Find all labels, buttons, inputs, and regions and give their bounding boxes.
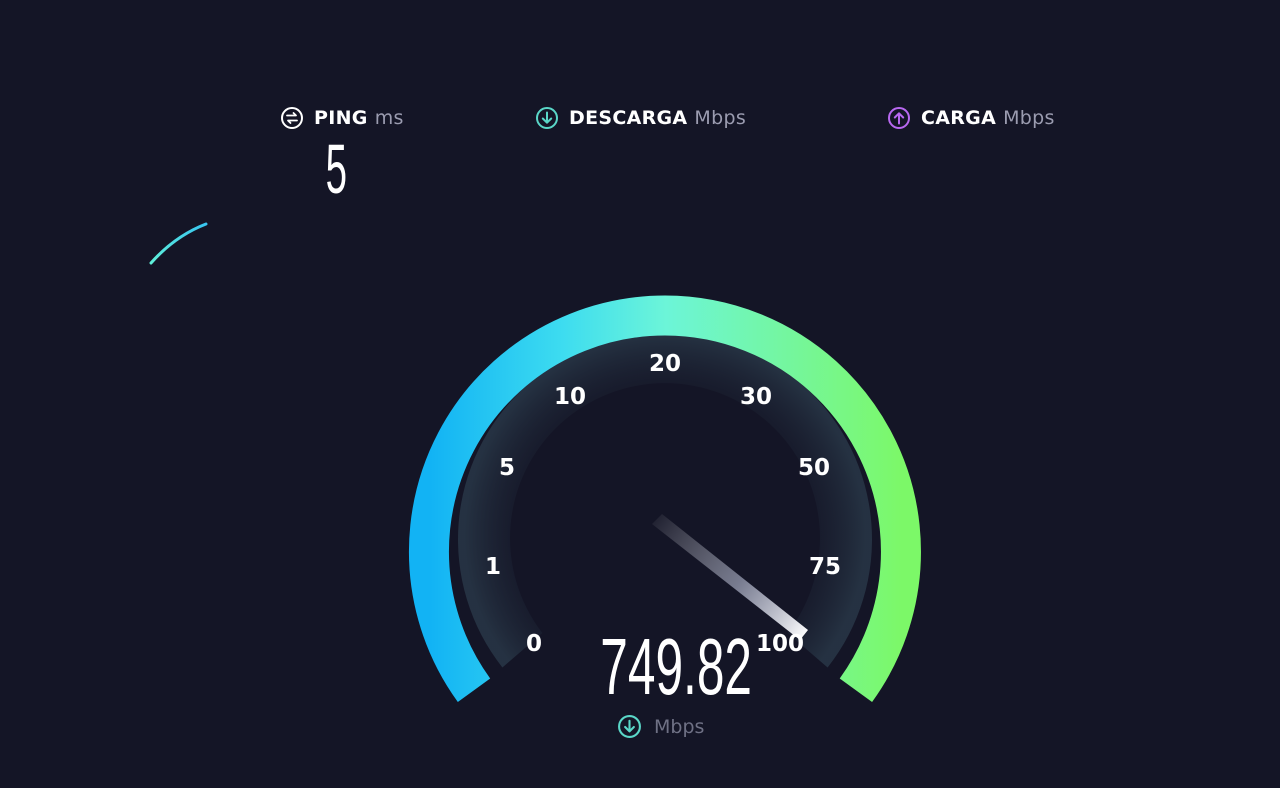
tick-label-0: 0 xyxy=(526,631,542,657)
tick-label-100: 100 xyxy=(756,631,804,657)
speed-unit: Mbps xyxy=(617,714,704,739)
speedtest-screen: PING ms DESCARGA Mbps CARGA Mbps 5 0 1 5… xyxy=(0,0,1280,788)
tick-label-75: 75 xyxy=(809,554,841,580)
tick-label-30: 30 xyxy=(740,384,772,410)
tick-label-1: 1 xyxy=(485,554,501,580)
tick-label-10: 10 xyxy=(554,384,586,410)
tick-label-50: 50 xyxy=(798,455,830,481)
speed-unit-label: Mbps xyxy=(654,715,705,738)
download-icon xyxy=(618,715,641,738)
tick-label-20: 20 xyxy=(649,351,681,377)
speed-value: 749.82 xyxy=(600,622,752,711)
tick-label-5: 5 xyxy=(499,455,515,481)
